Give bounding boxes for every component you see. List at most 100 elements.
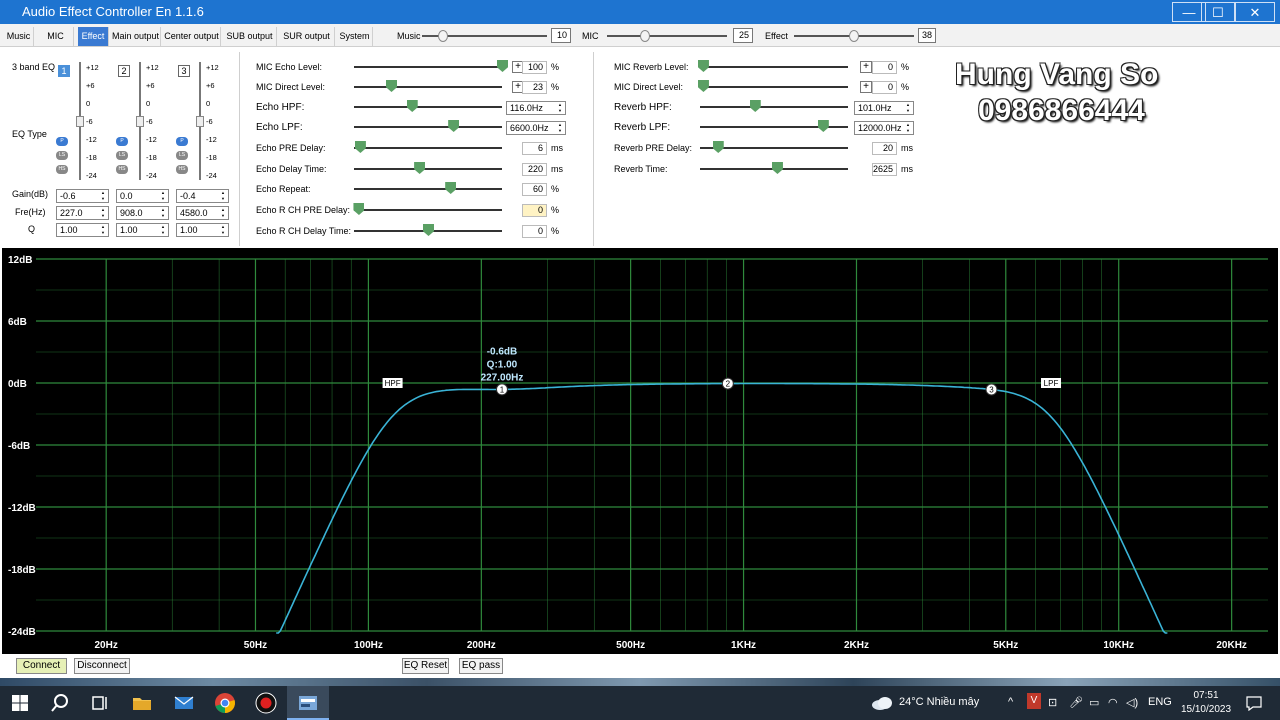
echo-echo-r-ch-pre-delay-knob[interactable] [353, 203, 365, 215]
echo-echo-lpf-value[interactable]: 6600.0Hz [506, 121, 566, 135]
echo-echo-repeat-slider[interactable] [354, 182, 502, 195]
connect-button[interactable]: Connect [16, 658, 67, 674]
echo-echo-r-ch-delay-time-value[interactable]: 0 [522, 225, 547, 238]
echo-mic-direct-level-knob[interactable] [386, 80, 397, 92]
notification-icon[interactable] [1245, 695, 1263, 711]
echo-echo-hpf-slider[interactable] [354, 100, 502, 113]
music-volume-value[interactable]: 10 [551, 28, 571, 43]
echo-echo-pre-delay-slider[interactable] [354, 141, 502, 154]
search-icon[interactable] [48, 691, 72, 715]
tab-sub-output[interactable]: SUB output [223, 27, 277, 46]
eq-band-2-gain-field[interactable]: 0.0 [116, 189, 169, 203]
tab-system[interactable]: System [337, 27, 373, 46]
reverb-reverb-lpf-slider[interactable] [700, 120, 848, 133]
reverb-mic-reverb-level-slider[interactable] [697, 60, 848, 73]
eq-band-3-q-field[interactable]: 1.00 [176, 223, 229, 237]
echo-echo-repeat-value[interactable]: 60 [522, 183, 547, 196]
reverb-mic-reverb-level-knob[interactable] [697, 60, 709, 72]
echo-echo-r-ch-pre-delay-value[interactable]: 0 [522, 204, 547, 217]
eq-band-2-type-hs-button[interactable]: HS [116, 165, 128, 174]
echo-echo-r-ch-delay-time-knob[interactable] [423, 224, 434, 236]
weather-cloud-icon[interactable] [870, 695, 894, 711]
mail-icon[interactable] [172, 691, 196, 715]
eq-band-2-number[interactable]: 2 [118, 65, 130, 77]
reverb-reverb-pre-delay-knob[interactable] [712, 141, 724, 153]
effect-volume-slider[interactable] [794, 30, 914, 42]
eq-band-3-type-p-button[interactable]: P [176, 137, 188, 146]
reverb-reverb-hpf-slider[interactable] [700, 100, 848, 113]
tab-effect[interactable]: Effect [78, 27, 109, 46]
eq-band-1-q-field[interactable]: 1.00 [56, 223, 109, 237]
reverb-mic-reverb-level-plus-button[interactable]: + [860, 61, 872, 73]
audio-controller-taskbar-item[interactable] [287, 686, 329, 720]
file-explorer-icon[interactable] [130, 691, 154, 715]
reverb-reverb-time-slider[interactable] [700, 162, 848, 175]
eq-pass-button[interactable]: EQ pass [459, 658, 503, 674]
taskbar-clock[interactable]: 07:51 15/10/2023 [1178, 689, 1234, 717]
eq-band-3-freq-field[interactable]: 4580.0 [176, 206, 229, 220]
reverb-reverb-lpf-knob[interactable] [817, 120, 829, 132]
echo-mic-echo-level-value[interactable]: 100 [522, 61, 547, 74]
eq-band-2-gain-knob[interactable] [136, 116, 144, 127]
eq-band-3-type-ls-button[interactable]: LS [176, 151, 188, 160]
eq-band-1-type-ls-button[interactable]: LS [56, 151, 68, 160]
echo-mic-echo-level-knob[interactable] [497, 60, 508, 72]
eq-band-1-type-p-button[interactable]: P [56, 137, 68, 146]
device-icon[interactable]: ⊡ [1048, 696, 1057, 709]
echo-echo-hpf-knob[interactable] [406, 100, 418, 112]
echo-mic-echo-level-slider[interactable] [354, 60, 508, 73]
reverb-reverb-time-value[interactable]: 2625 [872, 163, 897, 176]
reverb-reverb-pre-delay-value[interactable]: 20 [872, 142, 897, 155]
echo-mic-direct-level-slider[interactable] [354, 80, 502, 93]
tab-center-output[interactable]: Center output [163, 27, 221, 46]
reverb-reverb-lpf-value[interactable]: 12000.0Hz [854, 121, 914, 135]
vpn-icon[interactable]: V [1027, 693, 1041, 709]
chrome-icon[interactable] [213, 691, 237, 715]
reverb-mic-direct-level-knob[interactable] [697, 80, 709, 92]
windows-start-icon[interactable] [8, 691, 32, 715]
weather-text[interactable]: 24°C Nhiều mây [899, 696, 979, 708]
echo-echo-lpf-slider[interactable] [354, 120, 502, 133]
eq-band-3-gain-knob[interactable] [196, 116, 204, 127]
eq-band-1-freq-field[interactable]: 227.0 [56, 206, 109, 220]
wifi-icon[interactable]: ◠ [1108, 696, 1118, 709]
eq-reset-button[interactable]: EQ Reset [402, 658, 449, 674]
reverb-reverb-time-knob[interactable] [771, 162, 783, 174]
eq-response-graph[interactable]: 12dB 6dB 0dB -6dB -12dB -18dB -24dB 20Hz 50Hz 100… [2, 248, 1278, 654]
eq-band-2-q-field[interactable]: 1.00 [116, 223, 169, 237]
eq-band-2-type-ls-button[interactable]: LS [116, 151, 128, 160]
echo-echo-r-ch-delay-time-slider[interactable] [354, 224, 502, 237]
reverb-mic-direct-level-value[interactable]: 0 [872, 81, 897, 94]
eq-band-2-freq-field[interactable]: 908.0 [116, 206, 169, 220]
tab-music[interactable]: Music [4, 27, 34, 46]
echo-echo-repeat-knob[interactable] [445, 182, 457, 194]
music-volume-slider[interactable] [422, 30, 547, 42]
disconnect-button[interactable]: Disconnect [74, 658, 130, 674]
battery-icon[interactable]: ▭ [1089, 696, 1099, 709]
task-view-icon[interactable] [88, 691, 112, 715]
microphone-icon[interactable]: 🎤︎ [1069, 696, 1083, 709]
maximize-button[interactable]: ☐ [1201, 2, 1235, 22]
reverb-mic-reverb-level-value[interactable]: 0 [872, 61, 897, 74]
mic-volume-value[interactable]: 25 [733, 28, 753, 43]
reverb-reverb-pre-delay-slider[interactable] [700, 141, 848, 154]
echo-mic-direct-level-value[interactable]: 23 [522, 81, 547, 94]
eq-band-3-type-hs-button[interactable]: HS [176, 165, 188, 174]
tab-mic[interactable]: MIC [38, 27, 74, 46]
reverb-mic-direct-level-plus-button[interactable]: + [860, 81, 872, 93]
chevron-up-icon[interactable]: ^ [1008, 696, 1013, 708]
eq-band-1-number[interactable]: 1 [58, 65, 70, 77]
eq-band-1-gain-field[interactable]: -0.6 [56, 189, 109, 203]
eq-response-svg[interactable]: 12dB 6dB 0dB -6dB -12dB -18dB -24dB 20Hz 50Hz 100… [2, 248, 1278, 654]
tab-sur-output[interactable]: SUR output [279, 27, 335, 46]
reverb-reverb-hpf-value[interactable]: 101.0Hz [854, 101, 914, 115]
eq-band-1-gain-knob[interactable] [76, 116, 84, 127]
tab-main-output[interactable]: Main output [111, 27, 161, 46]
speaker-icon[interactable]: ◁) [1126, 696, 1138, 709]
echo-echo-lpf-knob[interactable] [448, 120, 460, 132]
effect-volume-value[interactable]: 38 [918, 28, 936, 43]
echo-echo-pre-delay-value[interactable]: 6 [522, 142, 547, 155]
reverb-mic-direct-level-slider[interactable] [697, 80, 848, 93]
echo-echo-hpf-value[interactable]: 116.0Hz [506, 101, 566, 115]
eq-band-3-gain-field[interactable]: -0.4 [176, 189, 229, 203]
